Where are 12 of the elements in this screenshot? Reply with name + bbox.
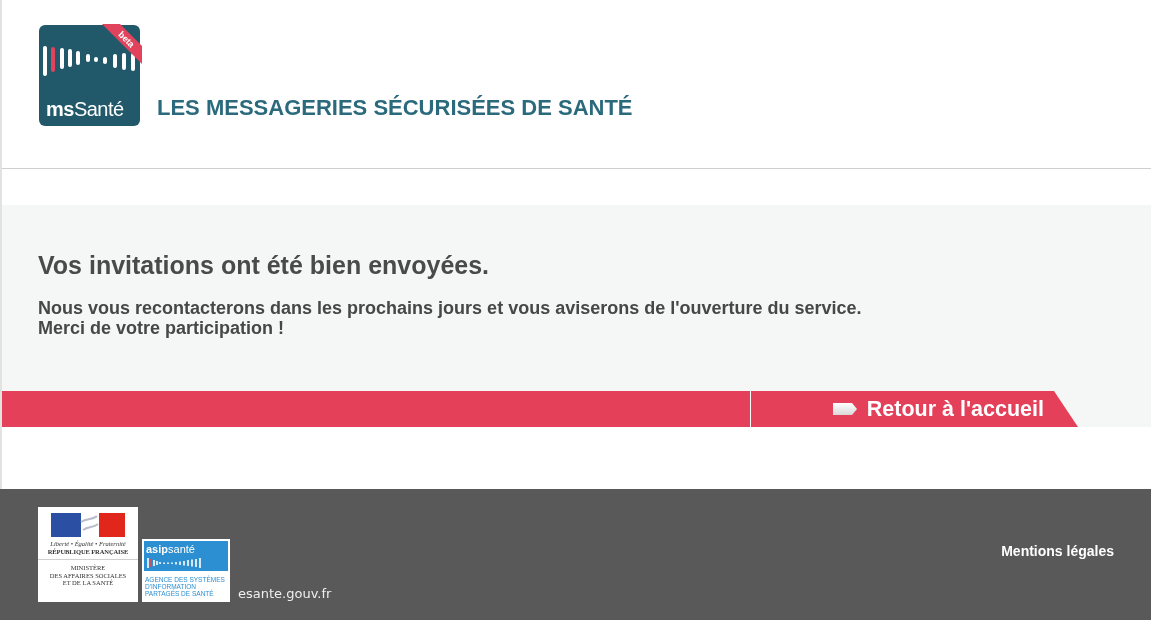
bars-icon — [146, 557, 202, 569]
message-text: Nous vous recontacterons dans les prochains jours et vous aviserons de l'ouverture du service. — [38, 298, 862, 318]
confirmation-title: Vos invitations ont été bien envoyées. — [38, 251, 490, 279]
arrow-tag-icon — [832, 403, 857, 415]
logo-wordmark: msSanté — [46, 98, 124, 120]
message-text: Merci de votre participation ! — [38, 318, 285, 338]
agency-wordmark: asipsanté — [146, 543, 195, 555]
tricolor-flag-icon — [51, 513, 125, 537]
legal-link[interactable]: Mentions légales — [1001, 543, 1114, 559]
home-button[interactable]: Retour à l'accueil — [750, 391, 1078, 427]
site-url: esante.gouv.fr — [238, 586, 332, 602]
site-tagline: LES MESSAGERIES SÉCURISÉES DE SANTÉ — [157, 96, 633, 120]
